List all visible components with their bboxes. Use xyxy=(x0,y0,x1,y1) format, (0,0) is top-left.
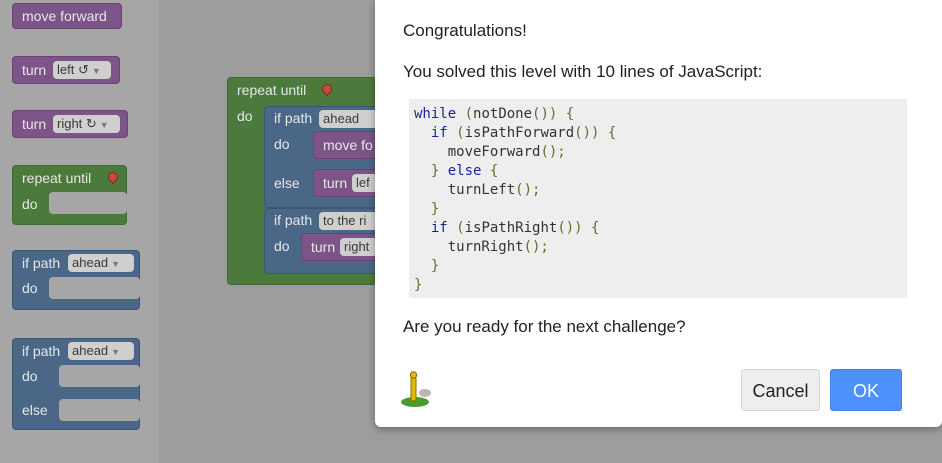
ws-if1-dropdown[interactable]: ahead xyxy=(319,110,379,128)
ws-turn-right-dropdown[interactable]: right xyxy=(340,238,380,256)
ws-move-forward-block[interactable]: move fo xyxy=(313,131,383,159)
ok-button[interactable]: OK xyxy=(830,369,902,411)
ws-if1-label: if path xyxy=(274,110,313,126)
if-else-label: if path xyxy=(22,343,61,359)
if-else-value: ahead xyxy=(72,343,109,358)
chevron-down-icon: ▼ xyxy=(111,347,121,357)
ws-repeat-until-label: repeat until xyxy=(237,82,307,98)
dialog-message: You solved this level with 10 lines of J… xyxy=(403,62,763,81)
turn-right-block[interactable]: turn right ↻ ▼ xyxy=(12,110,128,138)
turn-left-label: turn xyxy=(22,62,47,78)
code-line: turnLeft(); xyxy=(447,182,541,198)
ws-if2-value: to the ri xyxy=(323,213,367,228)
next-challenge-prompt: Are you ready for the next challenge? xyxy=(403,317,686,336)
repeat-until-block[interactable]: repeat until do xyxy=(12,165,127,225)
repeat-until-label: repeat until xyxy=(22,170,92,186)
code-line: } xyxy=(430,201,440,217)
ws-turn-left-block[interactable]: turn lef xyxy=(313,169,383,197)
if-else-else-label: else xyxy=(22,402,48,418)
if-path-label: if path xyxy=(22,255,61,271)
chevron-down-icon: ▼ xyxy=(99,120,109,130)
if-else-path-block[interactable]: if path ahead ▼ do else xyxy=(12,338,140,430)
ws-move-label: move fo xyxy=(323,137,373,153)
turn-right-label: turn xyxy=(22,116,47,132)
repeat-do-label: do xyxy=(22,196,38,212)
ws-if2-dropdown[interactable]: to the ri xyxy=(319,212,379,230)
code-line: turnRight(); xyxy=(447,239,549,255)
ws-turn-right-value: right xyxy=(344,239,370,254)
code-line: if (isPathRight()) { xyxy=(430,220,600,236)
if-else-do-label: do xyxy=(22,368,38,384)
turn-right-dropdown[interactable]: right ↻ ▼ xyxy=(53,115,120,133)
code-line: } xyxy=(430,258,440,274)
turn-left-value: left ↺ xyxy=(57,62,89,77)
turn-left-dropdown[interactable]: left ↺ ▼ xyxy=(53,61,111,79)
ws-repeat-do-label: do xyxy=(237,108,253,124)
chevron-down-icon: ▼ xyxy=(111,259,121,269)
goal-marker-icon xyxy=(105,169,121,185)
repeat-do-slot xyxy=(49,192,127,214)
ws-repeat-until-block[interactable]: repeat until do if path ahead do move fo… xyxy=(227,77,384,285)
ws-turn-right-label: turn xyxy=(311,239,336,255)
ws-turn-left-value: lef xyxy=(356,175,370,190)
chevron-down-icon: ▼ xyxy=(91,66,101,76)
code-line: while (notDone()) { xyxy=(414,106,575,122)
congratulations-dialog: Congratulations! You solved this level w… xyxy=(375,0,942,427)
ws-turn-right-block[interactable]: turn right xyxy=(301,233,381,261)
if-path-block[interactable]: if path ahead ▼ do xyxy=(12,250,140,310)
ws-if-else-block[interactable]: if path ahead do move fo else turn lef xyxy=(264,106,384,208)
if-path-do-label: do xyxy=(22,280,38,296)
ws-turn-left-label: turn xyxy=(323,175,348,191)
if-path-value: ahead xyxy=(72,255,109,270)
dialog-title: Congratulations! xyxy=(403,21,527,40)
if-else-dropdown[interactable]: ahead ▼ xyxy=(68,342,134,360)
if-path-do-slot xyxy=(49,277,140,299)
ws-if2-do-label: do xyxy=(274,238,290,254)
if-else-else-slot xyxy=(59,399,140,421)
ws-if-right-block[interactable]: if path to the ri do turn right xyxy=(264,208,384,274)
code-line: } else { xyxy=(430,163,499,179)
code-line: if (isPathForward()) { xyxy=(430,125,617,141)
ws-if1-value: ahead xyxy=(323,111,360,126)
turn-right-value: right ↻ xyxy=(57,116,97,131)
if-path-dropdown[interactable]: ahead ▼ xyxy=(68,254,134,272)
if-else-do-slot xyxy=(59,365,140,387)
turn-left-block[interactable]: turn left ↺ ▼ xyxy=(12,56,120,84)
code-listing: while (notDone()) { if (isPathForward())… xyxy=(409,99,907,298)
ws-if1-else-label: else xyxy=(274,175,300,191)
move-forward-label: move forward xyxy=(22,8,107,24)
ws-if1-do-label: do xyxy=(274,136,290,152)
ws-if2-label: if path xyxy=(274,212,313,228)
move-forward-block[interactable]: move forward xyxy=(12,3,122,29)
cancel-button[interactable]: Cancel xyxy=(741,369,820,411)
goal-marker-icon xyxy=(319,81,335,97)
toolbox: move forward turn left ↺ ▼ turn right ↻ ▼ … xyxy=(0,0,159,463)
code-line: moveForward(); xyxy=(447,144,566,160)
code-line: } xyxy=(414,277,423,293)
pegman-icon xyxy=(401,371,431,407)
